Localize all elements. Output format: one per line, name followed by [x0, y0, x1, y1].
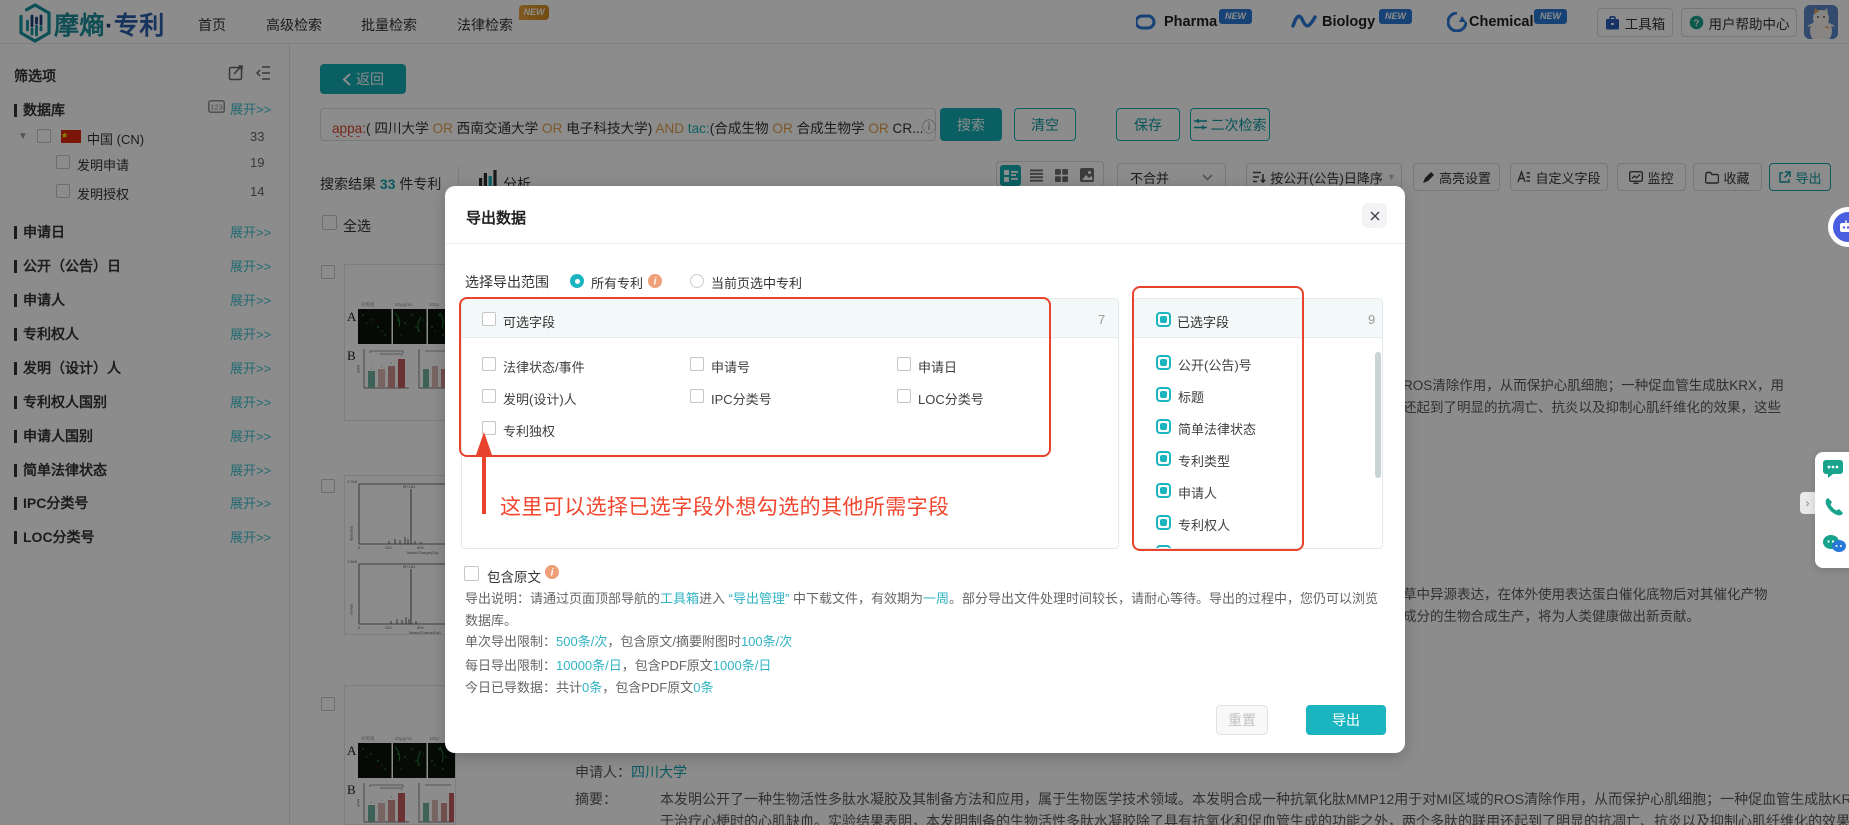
svg-text:i: i: [654, 277, 657, 288]
svg-text:i: i: [551, 568, 554, 579]
